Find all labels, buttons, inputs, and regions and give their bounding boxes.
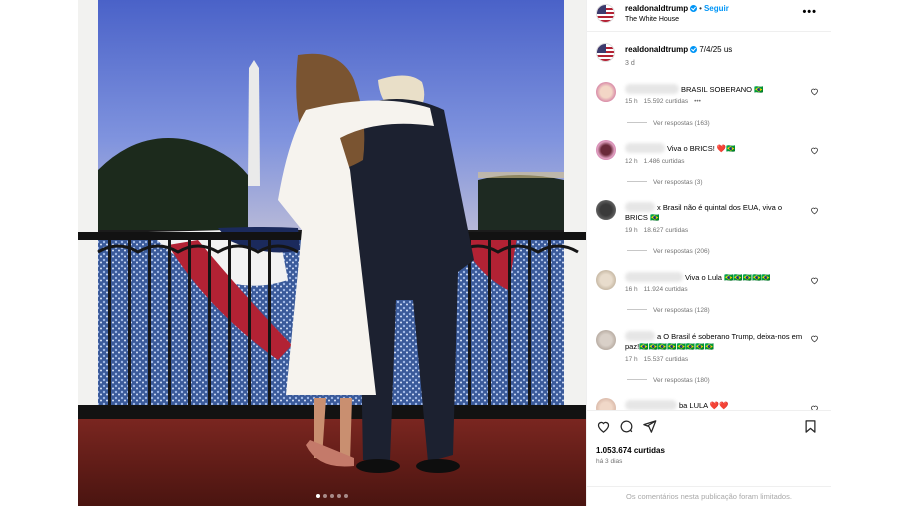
comment-like-heart-icon[interactable]: [810, 206, 819, 215]
share-send-icon[interactable]: [642, 419, 657, 434]
blurred-username: [625, 202, 655, 212]
post-actions: 1.053.674 curtidas há 3 dias Os comentár…: [587, 410, 831, 506]
commenter-avatar[interactable]: [596, 330, 616, 350]
comment-time[interactable]: 16 h: [625, 286, 638, 293]
comment-time[interactable]: 17 h: [625, 356, 638, 363]
comment-text-line: x Brasil não é quintal dos EUA, viva o B…: [625, 202, 803, 223]
carousel-dot-5[interactable]: [344, 494, 348, 498]
blurred-username: [625, 84, 679, 94]
comment-text: Viva o BRICS! ❤️🇧🇷: [667, 144, 736, 153]
carousel-dots[interactable]: [78, 494, 586, 498]
comment-text: ba LULA ❤️❤️: [679, 401, 729, 410]
comment-like-heart-icon[interactable]: [810, 87, 819, 96]
view-replies-link[interactable]: Ver respostas (3): [627, 179, 703, 186]
comment-text-line: BRASIL SOBERANO 🇧🇷: [625, 84, 803, 95]
commenter-avatar[interactable]: [596, 270, 616, 290]
comment-time[interactable]: 19 h: [625, 227, 638, 234]
author-avatar[interactable]: [596, 4, 615, 23]
carousel-dot-4[interactable]: [337, 494, 341, 498]
view-replies-link[interactable]: Ver respostas (180): [627, 377, 710, 384]
post-date[interactable]: há 3 dias: [596, 458, 622, 465]
comment-time[interactable]: 15 h: [625, 98, 638, 105]
caption-avatar[interactable]: [596, 43, 615, 62]
comment-like-heart-icon[interactable]: [810, 276, 819, 285]
comment-likes[interactable]: 15.537 curtidas: [644, 356, 688, 363]
comment-more-icon[interactable]: •••: [694, 98, 701, 105]
instagram-post-view: realdonaldtrump • Seguir The White House •…: [0, 0, 900, 506]
comment-text-line: Viva o Lula 🇧🇷🇧🇷🇧🇷🇧🇷🇧🇷: [625, 272, 803, 283]
post-side-panel: realdonaldtrump • Seguir The White House •…: [586, 0, 831, 506]
comment-meta: 16 h 11.924 curtidas: [625, 286, 694, 293]
caption-time[interactable]: 3 d: [625, 60, 635, 67]
comment-meta: 12 h 1.486 curtidas: [625, 158, 691, 165]
blurred-username: [625, 400, 677, 410]
comment-likes[interactable]: 1.486 curtidas: [644, 158, 685, 165]
more-options-icon[interactable]: •••: [802, 6, 817, 18]
commenter-avatar[interactable]: [596, 82, 616, 102]
comment-text-line: a O Brasil é soberano Trump, deixa-nos e…: [625, 331, 803, 352]
comment-like-heart-icon[interactable]: [810, 146, 819, 155]
blurred-username: [625, 143, 665, 153]
caption-username[interactable]: realdonaldtrump: [625, 45, 688, 54]
post-photo[interactable]: [78, 0, 586, 506]
verified-badge-icon: [690, 5, 698, 12]
view-replies-link[interactable]: Ver respostas (163): [627, 120, 710, 127]
location-label[interactable]: The White House: [625, 16, 679, 23]
save-bookmark-icon[interactable]: [803, 419, 818, 434]
view-replies-link[interactable]: Ver respostas (128): [627, 307, 710, 314]
like-count[interactable]: 1.053.674 curtidas: [596, 446, 665, 455]
comment-like-heart-icon[interactable]: [810, 334, 819, 343]
separator-dot: •: [699, 4, 702, 13]
carousel-dot-3[interactable]: [330, 494, 334, 498]
comment-likes[interactable]: 11.924 curtidas: [644, 286, 688, 293]
header-username-line: realdonaldtrump • Seguir: [625, 4, 729, 13]
comment-text-line: Viva o BRICS! ❤️🇧🇷: [625, 143, 803, 154]
view-replies-link[interactable]: Ver respostas (206): [627, 248, 710, 255]
comment-meta: 17 h 15.537 curtidas: [625, 356, 694, 363]
flag-avatar-icon: [597, 5, 614, 22]
commenter-avatar[interactable]: [596, 140, 616, 160]
comment-bubble-icon[interactable]: [619, 419, 634, 434]
carousel-dot-1[interactable]: [316, 494, 320, 498]
comment-text: Viva o Lula 🇧🇷🇧🇷🇧🇷🇧🇷🇧🇷: [685, 273, 771, 282]
post-image: [78, 0, 586, 506]
blurred-username: [625, 331, 655, 341]
like-heart-icon[interactable]: [596, 419, 611, 434]
caption-line: realdonaldtrump 7/4/25 us: [625, 45, 732, 54]
verified-badge-icon: [690, 46, 698, 53]
caption-text: 7/4/25 us: [699, 45, 733, 54]
post-header: realdonaldtrump • Seguir The White House •…: [587, 0, 831, 32]
blurred-username: [625, 272, 683, 282]
comment-time[interactable]: 12 h: [625, 158, 638, 165]
comment-meta: 15 h 15.592 curtidas •••: [625, 98, 707, 105]
comment-likes[interactable]: 18.627 curtidas: [644, 227, 688, 234]
header-username[interactable]: realdonaldtrump: [625, 4, 688, 13]
comment-meta: 19 h 18.627 curtidas: [625, 227, 694, 234]
follow-button[interactable]: Seguir: [704, 4, 729, 13]
comment-likes[interactable]: 15.592 curtidas: [644, 98, 688, 105]
flag-avatar-icon: [597, 44, 614, 61]
comments-limited-notice: Os comentários nesta publicação foram li…: [587, 486, 831, 501]
comment-text: BRASIL SOBERANO 🇧🇷: [681, 85, 764, 94]
commenter-avatar[interactable]: [596, 200, 616, 220]
carousel-dot-2[interactable]: [323, 494, 327, 498]
